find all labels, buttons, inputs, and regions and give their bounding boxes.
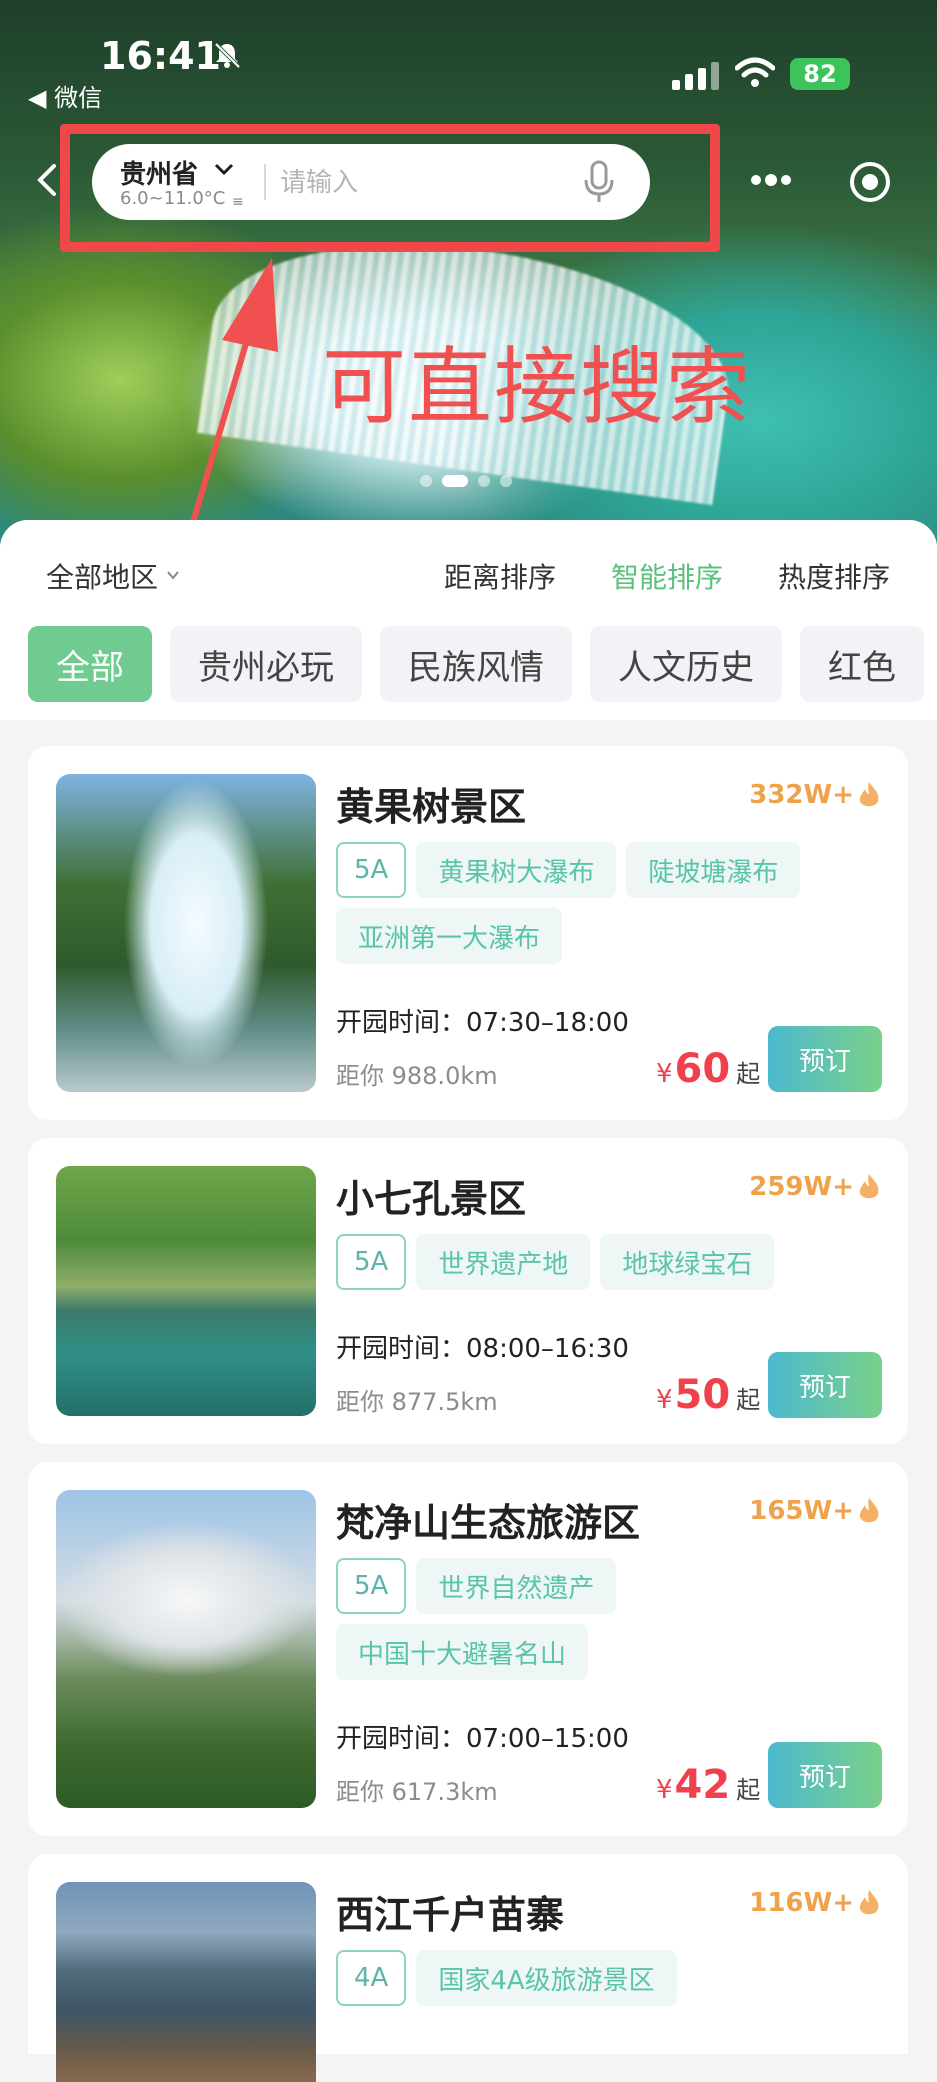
signal-icon (672, 62, 719, 90)
popularity-badge: 259W+ (749, 1172, 882, 1202)
popularity-count: 116W+ (749, 1888, 854, 1918)
wifi-icon (735, 57, 775, 87)
flame-icon (859, 782, 879, 807)
spot-name[interactable]: 西江千户苗寨 (336, 1884, 564, 1939)
sort-distance[interactable]: 距离排序 (444, 556, 556, 596)
category-tabs: 全部 贵州必玩 民族风情 人文历史 红色 (28, 626, 924, 702)
currency-symbol: ¥ (656, 1775, 673, 1805)
distance: 距你 988.0km (336, 1062, 498, 1090)
tag-list: 5A 世界自然遗产 中国十大避暑名山 (336, 1558, 876, 1680)
back-to-wechat-link[interactable]: ◀ 微信 (28, 78, 102, 113)
sort-popularity[interactable]: 热度排序 (778, 556, 890, 596)
popularity-badge: 165W+ (749, 1496, 882, 1526)
spot-card[interactable]: 梵净山生态旅游区 165W+ 5A 世界自然遗产 中国十大避暑名山 开园时间：0… (28, 1462, 908, 1836)
level-badge: 5A (336, 1234, 407, 1290)
flame-icon (859, 1890, 879, 1915)
category-tab-must-visit[interactable]: 贵州必玩 (170, 626, 362, 702)
feature-tag: 国家4A级旅游景区 (416, 1950, 677, 2006)
spot-name[interactable]: 小七孔景区 (336, 1168, 526, 1223)
region-filter[interactable]: 全部地区 (46, 556, 158, 596)
carousel-dot (478, 475, 490, 487)
price: ¥ 60 起 (656, 1046, 760, 1092)
opening-hours: 开园时间：08:00–16:30 (336, 1334, 629, 1364)
feature-tag: 世界自然遗产 (416, 1558, 617, 1614)
tag-list: 4A 国家4A级旅游景区 (336, 1950, 876, 2006)
sort-smart[interactable]: 智能排序 (611, 556, 723, 596)
popularity-count: 332W+ (749, 780, 854, 810)
carousel-dot (500, 475, 512, 487)
carousel-dot (420, 475, 432, 487)
category-tab-red[interactable]: 红色 (800, 626, 924, 702)
feature-tag: 世界遗产地 (416, 1234, 591, 1290)
flame-icon (859, 1174, 879, 1199)
feature-tag: 地球绿宝石 (600, 1234, 775, 1290)
status-time: 16:41 (100, 34, 221, 78)
price: ¥ 50 起 (656, 1372, 760, 1418)
tag-list: 5A 世界遗产地 地球绿宝石 (336, 1234, 876, 1290)
category-tab-all[interactable]: 全部 (28, 626, 152, 702)
book-button[interactable]: 预订 (768, 1742, 882, 1808)
category-tab-ethnic[interactable]: 民族风情 (380, 626, 572, 702)
flame-icon (859, 1498, 879, 1523)
popularity-count: 259W+ (749, 1172, 854, 1202)
feature-tag: 黄果树大瀑布 (416, 842, 617, 898)
currency-symbol: ¥ (656, 1059, 673, 1089)
price-suffix: 起 (736, 1776, 761, 1804)
spot-photo[interactable] (56, 774, 316, 1092)
price-suffix: 起 (736, 1386, 761, 1414)
spot-name[interactable]: 梵净山生态旅游区 (336, 1492, 640, 1547)
more-options-icon[interactable] (748, 170, 794, 190)
mute-bell-icon (214, 42, 241, 69)
spot-name[interactable]: 黄果树景区 (336, 776, 526, 831)
level-badge: 5A (336, 842, 407, 898)
caret-down-icon[interactable] (166, 570, 180, 580)
opening-hours: 开园时间：07:30–18:00 (336, 1008, 629, 1038)
level-badge: 5A (336, 1558, 407, 1614)
spot-card[interactable]: 西江千户苗寨 116W+ 4A 国家4A级旅游景区 (28, 1854, 908, 2082)
filter-bar: 全部地区 距离排序 智能排序 热度排序 全部 贵州必玩 民族风情 人文历史 红色 (0, 520, 937, 720)
price-suffix: 起 (736, 1060, 761, 1088)
opening-hours: 开园时间：07:00–15:00 (336, 1724, 629, 1754)
distance: 距你 877.5km (336, 1388, 498, 1416)
currency-symbol: ¥ (656, 1385, 673, 1415)
battery-indicator: 82 (790, 58, 850, 90)
close-miniprogram-icon[interactable] (848, 160, 892, 204)
popularity-badge: 116W+ (749, 1888, 882, 1918)
feature-tag: 亚洲第一大瀑布 (336, 908, 563, 964)
price-value: 42 (674, 1762, 731, 1808)
battery-level: 82 (803, 60, 837, 88)
spot-photo[interactable] (56, 1490, 316, 1808)
popularity-count: 165W+ (749, 1496, 854, 1526)
carousel-indicator (420, 475, 512, 487)
book-button[interactable]: 预订 (768, 1026, 882, 1092)
price-value: 60 (674, 1046, 731, 1092)
spot-card[interactable]: 小七孔景区 259W+ 5A 世界遗产地 地球绿宝石 开园时间：08:00–16… (28, 1138, 908, 1444)
price: ¥ 42 起 (656, 1762, 760, 1808)
tag-list: 5A 黄果树大瀑布 陡坡塘瀑布 亚洲第一大瀑布 (336, 842, 876, 964)
annotation-highlight-box (60, 124, 720, 252)
distance: 距你 617.3km (336, 1778, 498, 1806)
book-button[interactable]: 预订 (768, 1352, 882, 1418)
back-chevron-icon[interactable] (32, 160, 62, 200)
spot-photo[interactable] (56, 1166, 316, 1416)
popularity-badge: 332W+ (749, 780, 882, 810)
annotation-text: 可直接搜索 (322, 338, 753, 436)
feature-tag: 陡坡塘瀑布 (626, 842, 801, 898)
feature-tag: 中国十大避暑名山 (336, 1624, 589, 1680)
spot-card[interactable]: 黄果树景区 332W+ 5A 黄果树大瀑布 陡坡塘瀑布 亚洲第一大瀑布 开园时间… (28, 746, 908, 1120)
level-badge: 4A (336, 1950, 407, 2006)
category-tab-history[interactable]: 人文历史 (590, 626, 782, 702)
spot-photo[interactable] (56, 1882, 316, 2082)
carousel-dot-active (442, 475, 468, 487)
price-value: 50 (674, 1372, 731, 1418)
